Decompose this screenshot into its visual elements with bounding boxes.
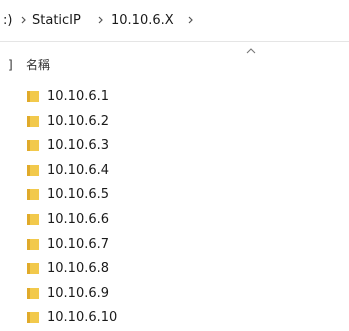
- list-item[interactable]: 10.10.6.9: [0, 281, 349, 306]
- list-item[interactable]: 10.10.6.8: [0, 256, 349, 281]
- breadcrumb-current-folder[interactable]: 10.10.6.X: [111, 13, 174, 29]
- folder-icon: [27, 91, 39, 102]
- file-name: 10.10.6.3: [47, 138, 110, 154]
- list-item[interactable]: 10.10.6.6: [0, 207, 349, 232]
- file-name: 10.10.6.5: [47, 187, 110, 203]
- file-explorer-window: :) StaticIP 10.10.6.X ] 名稱 10.10.6.1 10.…: [0, 0, 349, 331]
- list-item[interactable]: 10.10.6.5: [0, 182, 349, 207]
- file-name: 10.10.6.9: [47, 285, 110, 301]
- breadcrumb-drive[interactable]: :): [3, 13, 12, 29]
- folder-icon: [27, 164, 39, 176]
- file-name: 10.10.6.7: [47, 236, 110, 252]
- file-name: 10.10.6.6: [47, 211, 110, 227]
- list-item[interactable]: 10.10.6.7: [0, 232, 349, 257]
- folder-icon: [27, 238, 39, 250]
- folder-icon: [27, 312, 39, 324]
- file-name: 10.10.6.1: [47, 89, 110, 104]
- folder-icon: [27, 287, 39, 299]
- file-name: 10.10.6.10: [47, 310, 118, 326]
- chevron-right-icon[interactable]: [19, 12, 29, 28]
- list-item[interactable]: 10.10.6.1: [0, 84, 349, 109]
- list-item[interactable]: 10.10.6.10: [0, 305, 349, 330]
- file-name: 10.10.6.2: [47, 113, 110, 129]
- file-name: 10.10.6.4: [47, 162, 110, 178]
- list-item[interactable]: 10.10.6.2: [0, 109, 349, 134]
- breadcrumb-staticip[interactable]: StaticIP: [32, 13, 81, 29]
- chevron-right-icon[interactable]: [186, 12, 196, 28]
- folder-icon: [27, 115, 39, 127]
- chevron-right-icon[interactable]: [96, 12, 106, 28]
- folder-icon: [27, 140, 39, 152]
- file-list: 10.10.6.1 10.10.6.2 10.10.6.3 10.10.6.4 …: [0, 84, 349, 330]
- chevron-up-icon[interactable]: [245, 47, 257, 55]
- list-item[interactable]: 10.10.6.3: [0, 133, 349, 158]
- column-header-name[interactable]: 名稱: [26, 58, 50, 72]
- folder-icon: [27, 263, 39, 275]
- address-bar[interactable]: :) StaticIP 10.10.6.X: [0, 0, 349, 42]
- folder-icon: [27, 213, 39, 225]
- column-header: [0, 42, 349, 82]
- folder-icon: [27, 189, 39, 201]
- column-header-edge: ]: [8, 58, 13, 72]
- list-item[interactable]: 10.10.6.4: [0, 158, 349, 183]
- file-name: 10.10.6.8: [47, 261, 110, 277]
